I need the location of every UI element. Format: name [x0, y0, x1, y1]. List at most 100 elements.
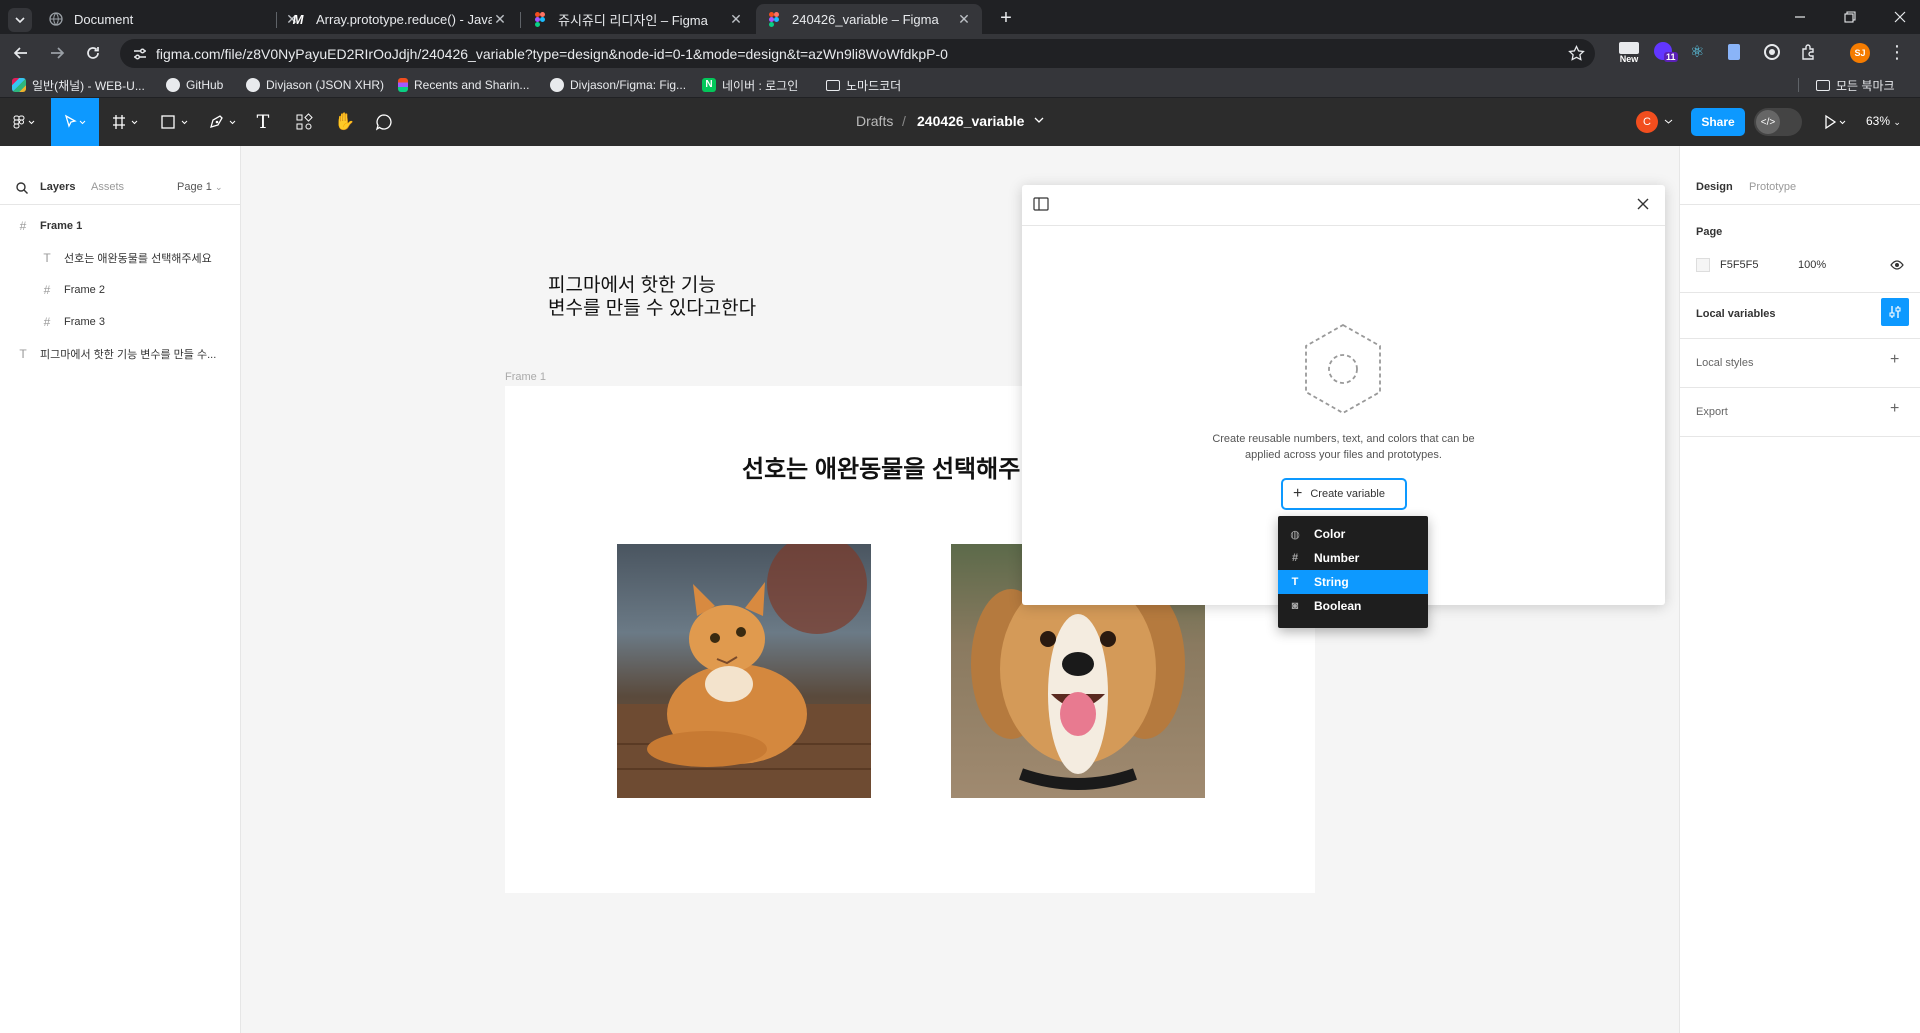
tab-title: Document	[74, 11, 134, 27]
heading-line-2: 변수를 만들 수 있다고한다	[548, 298, 757, 319]
tab-document[interactable]: Document ✕	[38, 4, 310, 34]
hand-tool-icon[interactable]: ✋	[333, 98, 357, 146]
react-devtools-icon[interactable]: ⚛	[1690, 44, 1704, 62]
github-icon	[246, 78, 260, 92]
share-button[interactable]: Share	[1691, 108, 1745, 136]
reload-button[interactable]	[84, 44, 102, 62]
extension-doc-icon[interactable]	[1728, 44, 1740, 60]
menu-item-boolean[interactable]: ◙ Boolean	[1278, 594, 1428, 618]
bookmark-naver[interactable]: N 네이버 : 로그인	[702, 76, 798, 94]
tab-prototype[interactable]: Prototype	[1749, 181, 1796, 193]
frame-2-cat-image[interactable]	[617, 544, 871, 798]
bookmark-divjason-json[interactable]: Divjason (JSON XHR)	[246, 76, 384, 94]
bookmark-label: Divjason/Figma: Fig...	[570, 78, 687, 92]
page-color-value[interactable]: F5F5F5	[1720, 259, 1759, 271]
tab-assets[interactable]: Assets	[91, 181, 124, 193]
close-icon[interactable]: ✕	[492, 11, 508, 28]
new-tab-button[interactable]: +	[996, 8, 1016, 28]
user-avatar[interactable]: C	[1636, 111, 1658, 133]
canvas-heading[interactable]: 피그마에서 핫한 기능 변수를 만들 수 있다고한다	[548, 274, 756, 320]
pen-tool-button[interactable]	[206, 98, 242, 146]
tab-layers[interactable]: Layers	[40, 181, 75, 193]
file-menu-chevron-icon[interactable]	[1034, 116, 1044, 124]
bookmark-divjason-figma[interactable]: Divjason/Figma: Fig...	[550, 76, 686, 94]
bookmark-star-icon[interactable]	[1568, 45, 1585, 62]
page-selector-label: Page 1	[177, 181, 212, 193]
address-bar[interactable]: figma.com/file/z8V0NyPayuED2RIrOoJdjh/24…	[120, 39, 1595, 68]
bookmark-figma-recents[interactable]: Recents and Sharin...	[398, 76, 529, 94]
tab-search-button[interactable]	[8, 8, 32, 32]
add-style-plus-icon[interactable]: +	[1890, 351, 1899, 369]
slack-icon	[12, 78, 26, 92]
open-variables-button[interactable]	[1881, 298, 1909, 326]
site-info-icon[interactable]	[132, 46, 148, 62]
layer-frame-1[interactable]: # Frame 1	[0, 210, 240, 242]
tab-design[interactable]: Design	[1696, 181, 1733, 193]
tab-figma-redesign[interactable]: 쥬시쥬디 리디자인 – Figma ✕	[522, 4, 754, 34]
page-section-title: Page	[1696, 226, 1723, 238]
zoom-value: 63%	[1866, 114, 1891, 128]
file-name[interactable]: 240426_variable	[917, 113, 1024, 129]
profile-avatar[interactable]: SJ	[1850, 43, 1870, 63]
bookmark-label: 일반(채널) - WEB-U...	[32, 78, 145, 93]
layer-text-title[interactable]: T 선호는 애완동물를 선택해주세요	[0, 242, 240, 274]
chrome-menu-icon[interactable]: ⋮	[1888, 43, 1906, 61]
close-icon[interactable]: ✕	[728, 11, 744, 28]
main-menu-button[interactable]	[8, 98, 42, 146]
frame-tool-button[interactable]	[110, 98, 144, 146]
components-icon	[296, 113, 313, 130]
layer-frame-2[interactable]: # Frame 2	[0, 274, 240, 306]
rectangle-icon	[161, 115, 188, 129]
bookmark-nomad[interactable]: 노마드코더	[826, 76, 901, 94]
browser-toolbar: figma.com/file/z8V0NyPayuED2RIrOoJdjh/24…	[0, 34, 1920, 72]
minimize-button[interactable]	[1792, 10, 1808, 24]
layer-text-heading[interactable]: T 피그마에서 핫한 기능 변수를 만들 수...	[0, 338, 240, 370]
restore-icon	[1844, 11, 1856, 23]
page-opacity-value[interactable]: 100%	[1798, 259, 1826, 271]
tab-mdn[interactable]: M Array.prototype.reduce() - JavaScript …	[280, 4, 518, 34]
eye-icon[interactable]	[1890, 259, 1904, 271]
forward-button[interactable]	[48, 44, 66, 62]
frame-label[interactable]: Frame 1	[505, 371, 546, 383]
menu-item-label: String	[1314, 575, 1349, 589]
extension-record-icon[interactable]	[1764, 44, 1780, 60]
resources-button[interactable]	[292, 98, 316, 146]
chevron-down-icon	[15, 17, 25, 24]
menu-item-color[interactable]: ◍ Color	[1278, 522, 1428, 546]
create-variable-button[interactable]: + Create variable	[1281, 478, 1407, 510]
bookmark-label: GitHub	[186, 78, 224, 92]
page-selector[interactable]: Page 1 ⌄	[177, 181, 222, 193]
bookmarks-bar: 일반(채널) - WEB-U... GitHub Divjason (JSON …	[0, 72, 1920, 98]
close-icon[interactable]	[1636, 197, 1650, 211]
add-export-plus-icon[interactable]: +	[1890, 400, 1899, 418]
tab-figma-variable[interactable]: 240426_variable – Figma ✕	[756, 4, 982, 34]
sidebar-toggle-icon[interactable]	[1033, 197, 1049, 211]
extensions-puzzle-icon[interactable]	[1800, 43, 1818, 61]
bookmark-github[interactable]: GitHub	[166, 76, 223, 94]
breadcrumb-drafts[interactable]: Drafts	[856, 113, 893, 129]
search-icon[interactable]	[16, 182, 28, 194]
zoom-level[interactable]: 63% ⌄	[1866, 114, 1901, 128]
restore-button[interactable]	[1842, 10, 1858, 24]
text-tool-icon[interactable]: T	[252, 98, 274, 146]
extension-badge-button[interactable]: 11	[1654, 42, 1678, 66]
dev-mode-toggle[interactable]: </>	[1754, 108, 1802, 136]
local-variables-label: Local variables	[1696, 308, 1776, 320]
shape-tool-button[interactable]	[158, 98, 194, 146]
back-button[interactable]	[12, 44, 30, 62]
all-bookmarks[interactable]: 모든 북마크	[1816, 76, 1895, 94]
naver-icon: N	[702, 78, 716, 92]
window-close-button[interactable]	[1892, 10, 1908, 24]
comment-tool-button[interactable]	[372, 98, 396, 146]
layer-frame-3[interactable]: # Frame 3	[0, 306, 240, 338]
bookmark-slack[interactable]: 일반(채널) - WEB-U...	[12, 76, 145, 94]
close-icon[interactable]: ✕	[956, 11, 972, 28]
move-tool-button[interactable]	[51, 98, 99, 146]
string-icon: T	[1291, 576, 1299, 588]
chevron-down-icon[interactable]	[1664, 118, 1673, 125]
present-button[interactable]	[1823, 113, 1849, 131]
extension-new-button[interactable]: New	[1616, 40, 1642, 66]
menu-item-string[interactable]: T String	[1278, 570, 1428, 594]
page-color-swatch[interactable]	[1696, 258, 1710, 272]
menu-item-number[interactable]: # Number	[1278, 546, 1428, 570]
